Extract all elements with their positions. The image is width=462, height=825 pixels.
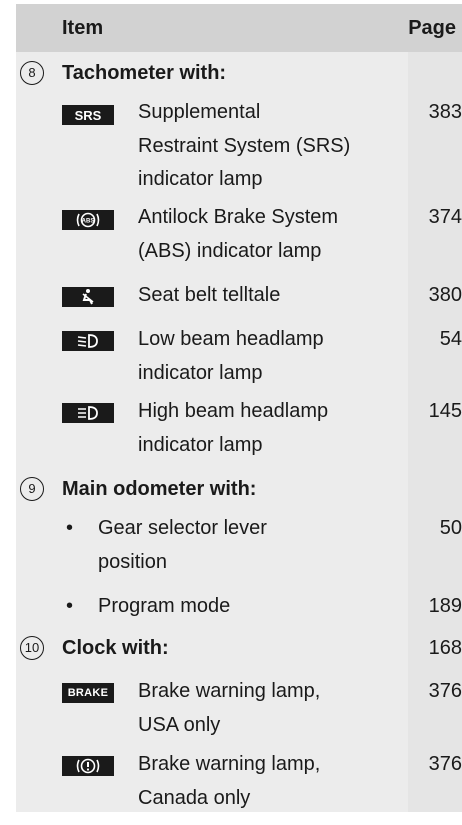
clock-page: 168 (428, 637, 462, 659)
callout-number-9: 9 (20, 477, 44, 501)
program-page: 189 (428, 595, 462, 617)
odometer-heading: Main odometer with: (62, 478, 257, 500)
gear-line1: Gear selector lever (98, 517, 267, 539)
srs-line1: Supplemental (138, 101, 261, 123)
highbeam-line2: indicator lamp (138, 434, 263, 456)
lowbeam-page: 54 (439, 328, 462, 350)
abs-icon: ABS (62, 210, 114, 230)
brake-text-icon: BRAKE (62, 683, 114, 703)
gear-bullet: • (66, 517, 74, 539)
abs-page: 374 (428, 206, 462, 228)
seat-belt-icon (62, 287, 114, 307)
callout-number-8: 8 (20, 61, 44, 85)
highbeam-page: 145 (428, 400, 462, 422)
brake-canada-line1: Brake warning lamp, (138, 753, 321, 775)
highbeam-line1: High beam headlamp (138, 400, 329, 422)
gear-line2: position (98, 551, 167, 573)
program-line1: Program mode (98, 595, 231, 617)
srs-page: 383 (428, 101, 462, 123)
abs-line1: Antilock Brake System (138, 206, 339, 228)
lowbeam-line2: indicator lamp (138, 362, 263, 384)
tachometer-heading: Tachometer with: (62, 62, 227, 84)
brake-canada-line2: Canada only (138, 787, 251, 809)
srs-line2: Restraint System (SRS) (138, 135, 351, 157)
brake-canada-page: 376 (428, 753, 462, 775)
brake-usa-line2: USA only (138, 714, 221, 736)
srs-line3: indicator lamp (138, 168, 263, 190)
header-page: Page (408, 17, 456, 39)
brake-warning-icon (62, 756, 114, 776)
srs-icon: SRS (62, 105, 114, 125)
high-beam-icon (62, 403, 114, 423)
index-table: Item Page 8 Tachometer with: SRS Supplem… (0, 0, 462, 825)
low-beam-icon (62, 331, 114, 351)
svg-text:ABS: ABS (82, 219, 95, 225)
lowbeam-line1: Low beam headlamp (138, 328, 324, 350)
brake-usa-line1: Brake warning lamp, (138, 680, 321, 702)
callout-number-10: 10 (20, 636, 44, 660)
header-item: Item (62, 17, 104, 39)
abs-line2: (ABS) indicator lamp (138, 240, 322, 262)
brake-usa-page: 376 (428, 680, 462, 702)
seatbelt-line1: Seat belt telltale (138, 284, 281, 306)
program-bullet: • (66, 595, 74, 617)
clock-heading: Clock with: (62, 637, 169, 659)
gear-page: 50 (439, 517, 462, 539)
seatbelt-page: 380 (428, 284, 462, 306)
